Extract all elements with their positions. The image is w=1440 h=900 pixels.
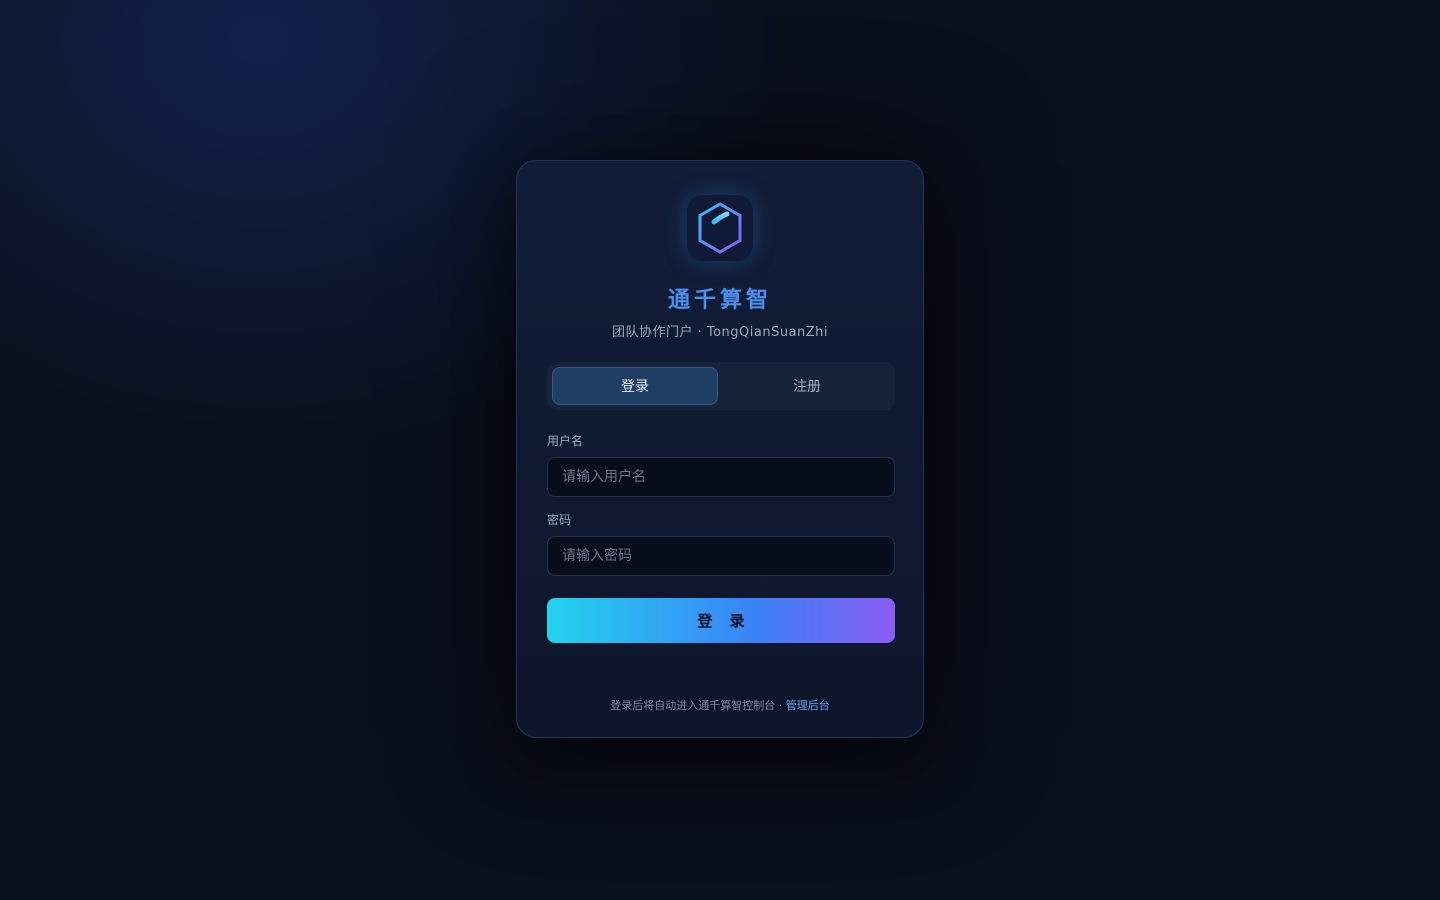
footer-note: 登录后将自动进入通千算智控制台 · 管理后台 [517,697,923,713]
footer-text: 登录后将自动进入通千算智控制台 · [610,699,786,712]
login-submit-button[interactable]: 登 录 [547,598,895,643]
tab-login[interactable]: 登录 [552,367,718,405]
brand-title: 通千算智 [667,288,772,313]
login-card: 通千算智 团队协作门户 · TongQianSuanZhi 登录 注册 用户名 … [516,160,924,738]
password-input[interactable] [547,536,895,576]
brand-subtitle: 团队协作门户 · TongQianSuanZhi [611,325,829,340]
admin-console-link[interactable]: 管理后台 [786,699,830,712]
auth-tabs: 登录 注册 [547,362,895,410]
tab-register[interactable]: 注册 [724,367,890,405]
password-label: 密码 [547,513,572,527]
username-input[interactable] [547,457,895,497]
hexagon-qian-logo-icon [698,202,742,254]
username-label: 用户名 [547,434,584,448]
brand-logo [687,195,753,261]
